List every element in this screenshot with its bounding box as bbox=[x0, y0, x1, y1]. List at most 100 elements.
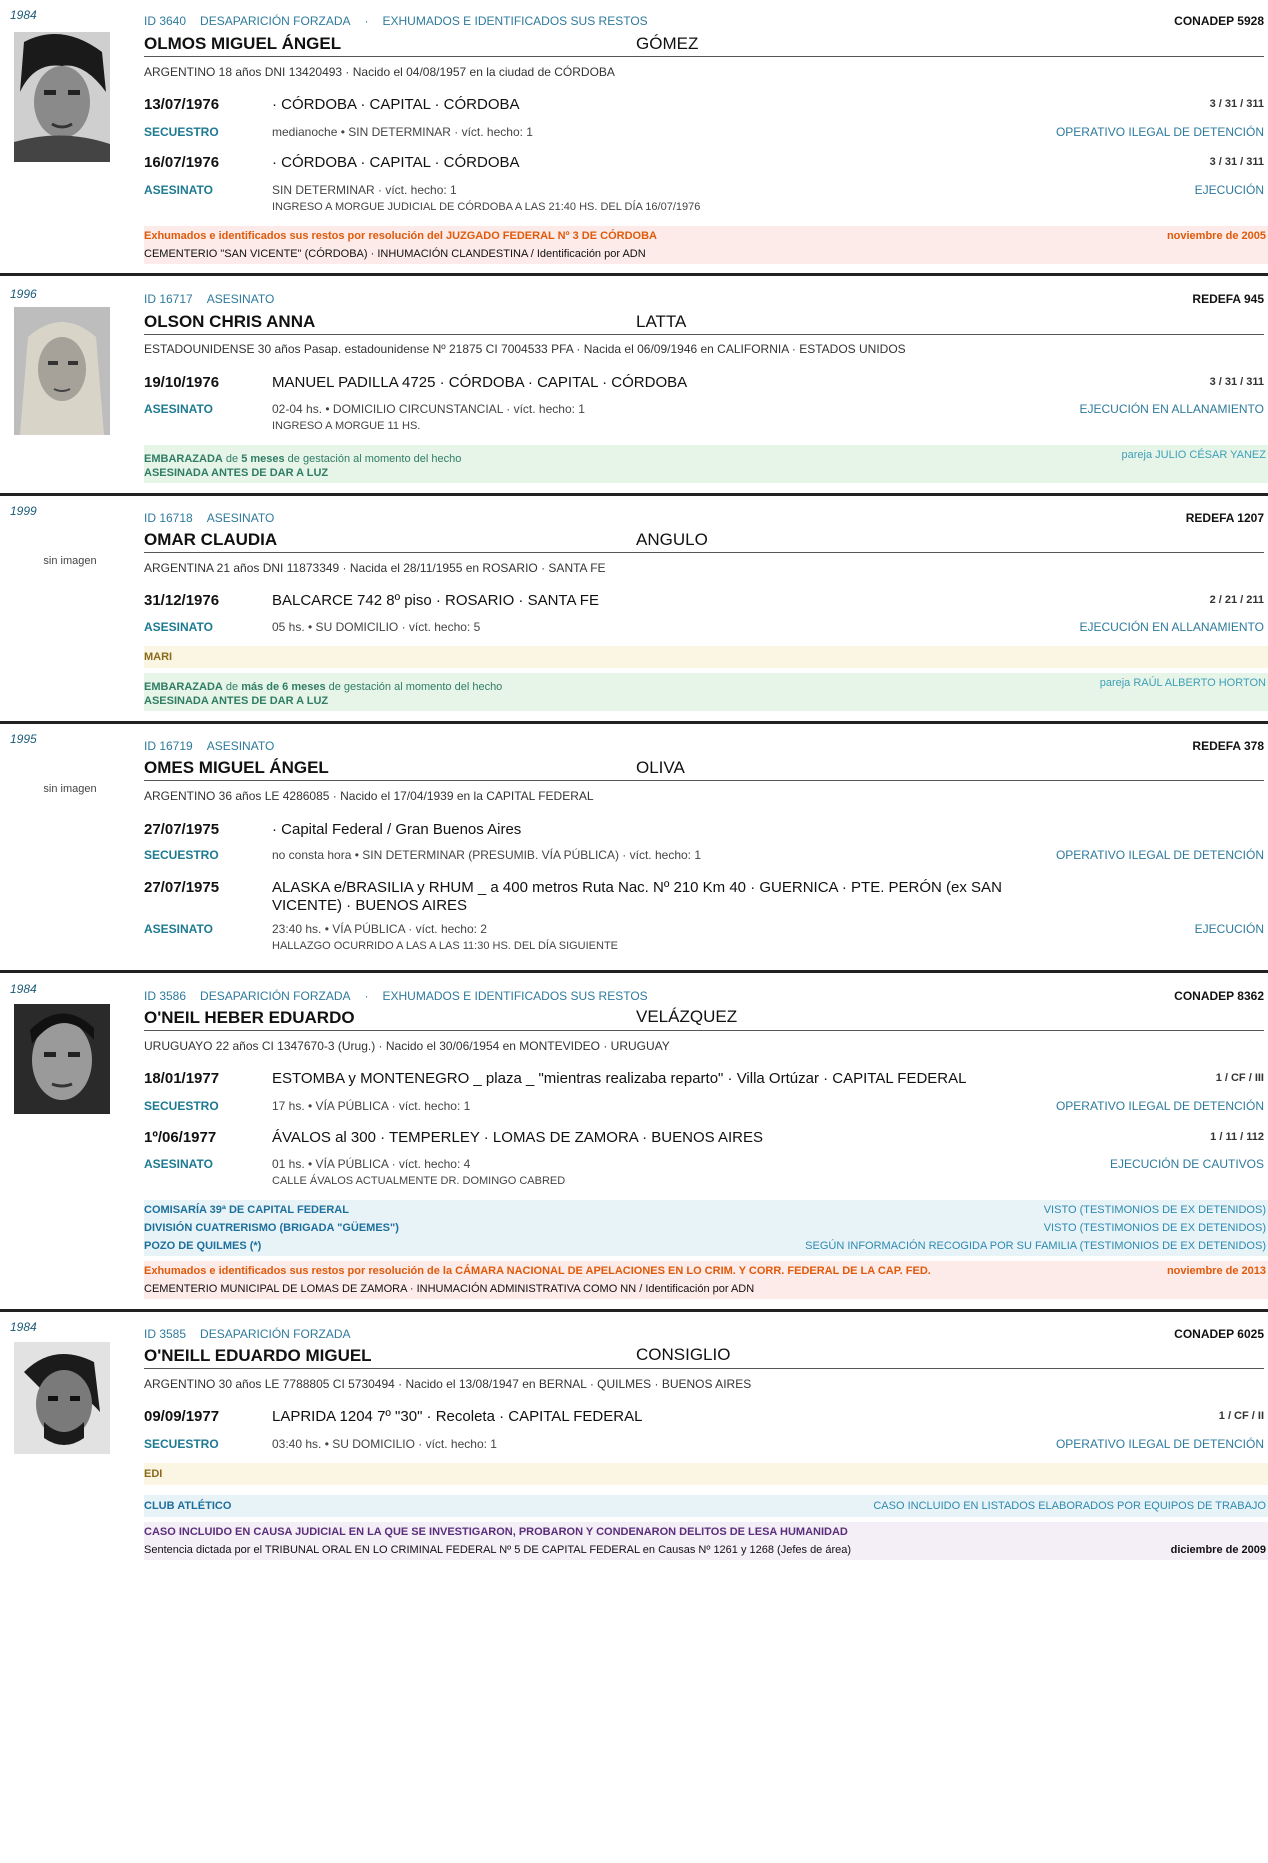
entry-year: 1984 bbox=[10, 8, 37, 22]
entry-id: ID 16719 bbox=[144, 739, 193, 753]
entry-id: ID 16717 bbox=[144, 292, 193, 306]
event-type: ASESINATO bbox=[144, 402, 213, 416]
divider bbox=[144, 552, 1264, 553]
event-note: INGRESO A MORGUE JUDICIAL DE CÓRDOBA A L… bbox=[272, 201, 701, 213]
event-code: 2 / 21 / 211 bbox=[1209, 594, 1264, 606]
entry-tag: ASESINATO bbox=[206, 739, 275, 753]
event-date: 27/07/1975 bbox=[144, 821, 220, 838]
event-place: ESTOMBA y MONTENEGRO _ plaza _ "mientras… bbox=[272, 1070, 967, 1087]
entry-id: ID 3586 bbox=[144, 989, 187, 1003]
entry-tag: EXHUMADOS E IDENTIFICADOS SUS RESTOS bbox=[382, 14, 648, 28]
victim-maternal-name: VELÁZQUEZ bbox=[636, 1007, 738, 1026]
event-place: LAPRIDA 1204 7º "30" · Recoleta · CAPITA… bbox=[272, 1408, 643, 1425]
divider bbox=[144, 56, 1264, 57]
entry-year: 1995 bbox=[10, 732, 37, 746]
event-classification: OPERATIVO ILEGAL DE DETENCIÓN bbox=[1055, 1099, 1264, 1113]
victim-info: ESTADOUNIDENSE 30 años Pasap. estadounid… bbox=[144, 342, 906, 356]
event-code: 1 / CF / II bbox=[1218, 1410, 1264, 1422]
event-date: 1º/06/1977 bbox=[144, 1129, 217, 1146]
victim-name: OLSON CHRIS ANNA bbox=[144, 312, 316, 331]
event-detail: SIN DETERMINAR · víct. hecho: 1 bbox=[272, 183, 457, 197]
exhumation-date: noviembre de 2013 bbox=[1166, 1265, 1266, 1277]
entry-id-line: ID 3586 DESAPARICIÓN FORZADA · EXHUMADOS E … bbox=[144, 989, 648, 1003]
divider bbox=[144, 1030, 1264, 1031]
event-classification: EJECUCIÓN EN ALLANAMIENTO bbox=[1079, 620, 1265, 634]
exhumation-band: Exhumados e identificados sus restos por… bbox=[144, 226, 1268, 264]
detention-center-source: CASO INCLUIDO EN LISTADOS ELABORADOS POR… bbox=[873, 1500, 1266, 1512]
exhumation-date: noviembre de 2005 bbox=[1166, 230, 1266, 242]
victim-maternal-name: ANGULO bbox=[636, 530, 708, 549]
entry-id-line: ID 3640 DESAPARICIÓN FORZADA · EXHUMADOS E … bbox=[144, 14, 648, 28]
event-code: 3 / 31 / 311 bbox=[1209, 98, 1264, 110]
exhumation-detail: CEMENTERIO "SAN VICENTE" (CÓRDOBA) · INH… bbox=[144, 248, 646, 260]
alias-text: EDI bbox=[144, 1468, 163, 1480]
no-image-label: sin imagen bbox=[43, 555, 97, 567]
event-code: 1 / CF / III bbox=[1215, 1072, 1264, 1084]
trial-text: CASO INCLUIDO EN CAUSA JUDICIAL EN LA QU… bbox=[144, 1526, 848, 1538]
pregnancy-outcome: ASESINADA ANTES DE DAR A LUZ bbox=[144, 695, 329, 707]
entry-id: ID 3640 bbox=[144, 14, 187, 28]
entry-tag: EXHUMADOS E IDENTIFICADOS SUS RESTOS bbox=[382, 989, 648, 1003]
event-place: BALCARCE 742 8º piso · ROSARIO · SANTA F… bbox=[272, 592, 599, 609]
victim-photo bbox=[14, 1342, 110, 1454]
victim-info: ARGENTINO 36 años LE 4286085 · Nacido el… bbox=[144, 789, 594, 803]
event-date: 09/09/1977 bbox=[144, 1408, 220, 1425]
event-detail: 05 hs. • SU DOMICILIO · víct. hecho: 5 bbox=[272, 620, 481, 634]
exhumation-detail: CEMENTERIO MUNICIPAL DE LOMAS DE ZAMORA … bbox=[144, 1283, 755, 1295]
event-classification: EJECUCIÓN bbox=[1194, 922, 1264, 936]
entry-tag: ASESINATO bbox=[206, 511, 275, 525]
exhumation-band: Exhumados e identificados sus restos por… bbox=[144, 1261, 1268, 1299]
event-type: ASESINATO bbox=[144, 922, 213, 936]
event-detail: 17 hs. • VÍA PÚBLICA · víct. hecho: 1 bbox=[272, 1099, 471, 1113]
partner-name: pareja RAÚL ALBERTO HORTON bbox=[1099, 677, 1266, 689]
event-classification: OPERATIVO ILEGAL DE DETENCIÓN bbox=[1055, 125, 1264, 139]
victim-maternal-name: CONSIGLIO bbox=[636, 1345, 731, 1364]
event-type: SECUESTRO bbox=[144, 848, 219, 862]
victim-maternal-name: GÓMEZ bbox=[636, 34, 699, 53]
event-detail: 03:40 hs. • SU DOMICILIO · víct. hecho: … bbox=[272, 1437, 497, 1451]
event-classification: OPERATIVO ILEGAL DE DETENCIÓN bbox=[1055, 1437, 1264, 1451]
alias-band: MARI bbox=[144, 646, 1268, 668]
victim-info: ARGENTINO 18 años DNI 13420493 · Nacido … bbox=[144, 65, 615, 79]
source-ref: REDEFA 378 bbox=[1192, 739, 1264, 753]
event-classification: EJECUCIÓN bbox=[1194, 183, 1264, 197]
detention-center-source: VISTO (TESTIMONIOS DE EX DETENIDOS) bbox=[1043, 1222, 1266, 1234]
event-place: · CÓRDOBA · CAPITAL · CÓRDOBA bbox=[272, 96, 520, 113]
event-type: SECUESTRO bbox=[144, 1099, 219, 1113]
entry-id-line: ID 16718 ASESINATO bbox=[144, 511, 1264, 525]
event-detail: 02-04 hs. • DOMICILIO CIRCUNSTANCIAL · v… bbox=[272, 402, 585, 416]
victim-photo bbox=[14, 1004, 110, 1114]
detention-center: POZO DE QUILMES (*) bbox=[144, 1240, 262, 1252]
trial-detail: Sentencia dictada por el TRIBUNAL ORAL E… bbox=[144, 1544, 852, 1556]
event-place: · Capital Federal / Gran Buenos Aires bbox=[272, 821, 522, 838]
event-type: ASESINATO bbox=[144, 1157, 213, 1171]
event-type: ASESINATO bbox=[144, 183, 213, 197]
detention-center: CLUB ATLÉTICO bbox=[144, 1500, 232, 1512]
event-type: ASESINATO bbox=[144, 620, 213, 634]
entry-tag: ASESINATO bbox=[206, 292, 275, 306]
victim-name: OMES MIGUEL ÁNGEL bbox=[144, 758, 329, 777]
entry-separator bbox=[0, 721, 1268, 724]
alias-band: EDI bbox=[144, 1463, 1268, 1485]
divider bbox=[144, 334, 1264, 335]
event-code: 3 / 31 / 311 bbox=[1209, 376, 1264, 388]
partner-name: pareja JULIO CÉSAR YANEZ bbox=[1121, 449, 1266, 461]
event-date: 13/07/1976 bbox=[144, 96, 220, 113]
entry-separator bbox=[0, 493, 1268, 496]
trial-date: diciembre de 2009 bbox=[1170, 1544, 1266, 1556]
event-detail: medianoche • SIN DETERMINAR · víct. hech… bbox=[272, 125, 533, 139]
divider bbox=[144, 780, 1264, 781]
trial-band: CASO INCLUIDO EN CAUSA JUDICIAL EN LA QU… bbox=[144, 1522, 1268, 1560]
event-detail: 01 hs. • VÍA PÚBLICA · víct. hecho: 4 bbox=[272, 1157, 471, 1171]
event-place: ALASKA e/BRASILIA y RHUM _ a 400 metros … bbox=[272, 879, 1002, 914]
event-note: CALLE ÁVALOS ACTUALMENTE DR. DOMINGO CAB… bbox=[272, 1175, 566, 1187]
detention-centers-band: CLUB ATLÉTICO CASO INCLUIDO EN LISTADOS … bbox=[144, 1495, 1268, 1517]
event-detail: 23:40 hs. • VÍA PÚBLICA · víct. hecho: 2 bbox=[272, 922, 487, 936]
victim-info: URUGUAYO 22 años CI 1347670-3 (Urug.) · … bbox=[144, 1039, 670, 1053]
source-ref: REDEFA 945 bbox=[1192, 292, 1264, 306]
detention-centers-band: COMISARÍA 39ª DE CAPITAL FEDERAL VISTO (… bbox=[144, 1200, 1268, 1256]
detention-center-source: VISTO (TESTIMONIOS DE EX DETENIDOS) bbox=[1043, 1204, 1266, 1216]
event-type: SECUESTRO bbox=[144, 125, 219, 139]
event-classification: OPERATIVO ILEGAL DE DETENCIÓN bbox=[1055, 848, 1264, 862]
entry-separator bbox=[0, 273, 1268, 276]
